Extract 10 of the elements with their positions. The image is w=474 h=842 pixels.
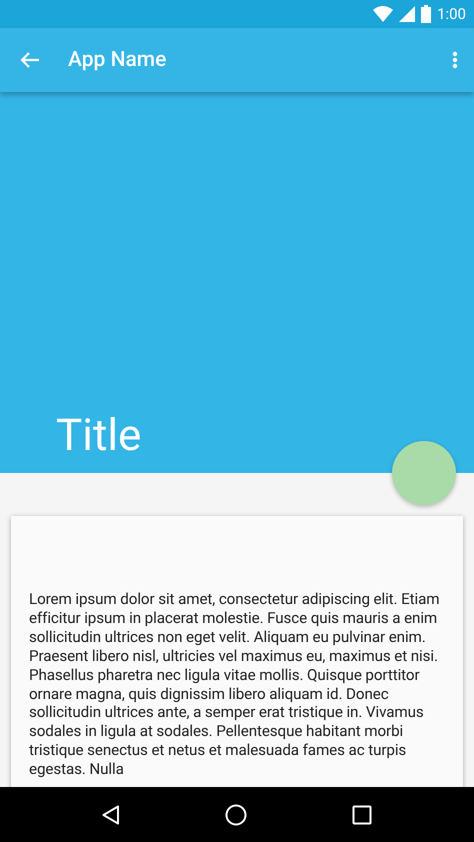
wifi-icon: [373, 6, 394, 22]
status-time: 1:00: [437, 5, 466, 23]
home-icon[interactable]: [224, 804, 247, 826]
header-title: Title: [56, 409, 142, 461]
battery-icon: [421, 5, 432, 23]
recents-icon[interactable]: [352, 804, 372, 824]
back-icon[interactable]: [102, 804, 120, 824]
body-text: Lorem ipsum dolor sit amet, consectetur adipiscing elit. Etiam efficitur ipsum in placerat molestie. Fusce quis mauris a enim sollicitudin ultrices non eget velit. Aliquam eu pulvinar enim. Praesent libero nisl, ultricies vel maximus eu, maximus et nisi. Phasellus pharetra nec ligula vitae mollis. Quisque porttitor ornare magna, quis dignissim libero aliquam id. Donec sollicitudin ultrices ante, a semper erat tristique in. Vivamus sodales in ligula at sodales. Pellentesque habitant morbi tristique senectus et netus et malesuada fames ac turpis egestas. Nulla: [29, 590, 441, 780]
signal-icon: [399, 6, 416, 22]
app-title: App Name: [68, 48, 168, 72]
